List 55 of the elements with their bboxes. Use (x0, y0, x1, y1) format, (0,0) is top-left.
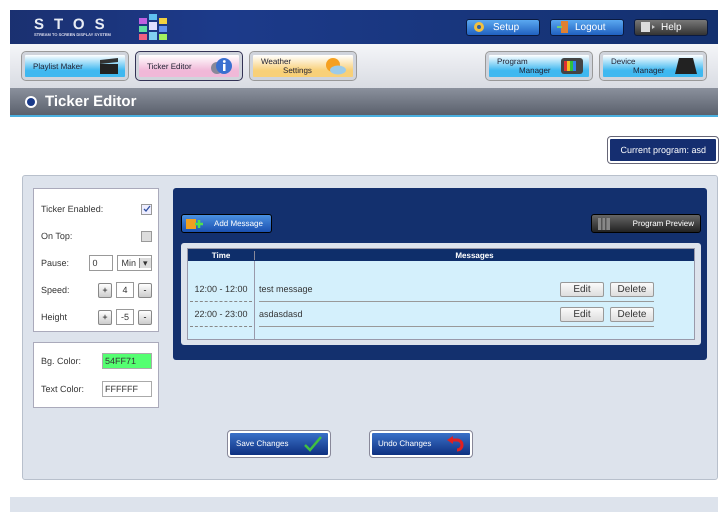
program-preview-button[interactable]: Program Preview (591, 214, 701, 233)
add-message-button[interactable]: Add Message (181, 214, 272, 233)
door-icon (557, 21, 569, 33)
edit-button[interactable]: Edit (560, 282, 604, 296)
unit-select[interactable]: Min ▾ (117, 255, 152, 271)
message-cell-text: test message (259, 284, 314, 294)
checkmark-icon (304, 436, 322, 452)
column-header: Messages (454, 250, 495, 260)
logout-button[interactable]: Logout (550, 18, 624, 36)
pause-field[interactable]: 0 (89, 255, 114, 271)
setting-label: On Top: (41, 231, 72, 241)
color-field[interactable]: 54FF71 (102, 353, 152, 369)
current-program-label: Current program: asd (608, 137, 718, 163)
color-label: Text Color: (41, 384, 84, 394)
setup-button[interactable]: Setup (466, 18, 540, 36)
value-field[interactable]: -5 (116, 309, 134, 325)
nav-button[interactable]: Weather Settings (250, 52, 356, 80)
undo-arrow-icon (446, 436, 464, 452)
tv-icon (561, 58, 583, 74)
setting-label: Ticker Enabled: (41, 204, 104, 214)
clapperboard-icon (99, 58, 119, 74)
nav-button[interactable]: Program Manager (486, 52, 592, 80)
plus-button[interactable]: + (98, 282, 112, 298)
info-icon (209, 57, 233, 75)
checkbox[interactable] (141, 230, 152, 242)
undo-changes-button[interactable]: Undo Changes (370, 430, 472, 456)
color-field[interactable]: FFFFFF (102, 381, 152, 397)
column-header: Time (188, 250, 255, 260)
delete-button[interactable]: Delete (610, 306, 654, 322)
plus-button[interactable]: + (98, 310, 112, 324)
nav-button[interactable]: Device Manager (600, 52, 706, 80)
message-cell-text: asdasdasd (259, 309, 304, 319)
time-cell: 22:00 - 23:00 (190, 302, 252, 327)
gear-icon (473, 21, 487, 33)
logo-text: STOS (34, 16, 115, 32)
minus-button[interactable]: - (138, 310, 152, 324)
time-cell: 12:00 - 12:00 (190, 277, 252, 302)
edit-button[interactable]: Edit (560, 306, 604, 322)
nav-button[interactable]: Playlist Maker (22, 52, 128, 80)
sun-cloud-icon (323, 57, 347, 75)
setting-label: Height (41, 312, 68, 322)
setting-label: Pause: (41, 258, 70, 268)
add-icon (186, 218, 204, 230)
value-field[interactable]: 4 (116, 282, 134, 298)
minus-button[interactable]: - (138, 282, 152, 298)
nav-button[interactable]: Ticker Editor (136, 52, 242, 80)
bullet-icon (24, 94, 38, 108)
setting-label: Speed: (41, 285, 70, 295)
color-label: Bg. Color: (41, 356, 82, 366)
save-changes-button[interactable]: Save Changes (228, 430, 330, 456)
delete-button[interactable]: Delete (610, 282, 654, 296)
checkbox[interactable] (141, 204, 152, 214)
help-button[interactable]: Help (634, 18, 708, 36)
page-title: Ticker Editor (45, 93, 136, 110)
device-icon (675, 58, 697, 74)
